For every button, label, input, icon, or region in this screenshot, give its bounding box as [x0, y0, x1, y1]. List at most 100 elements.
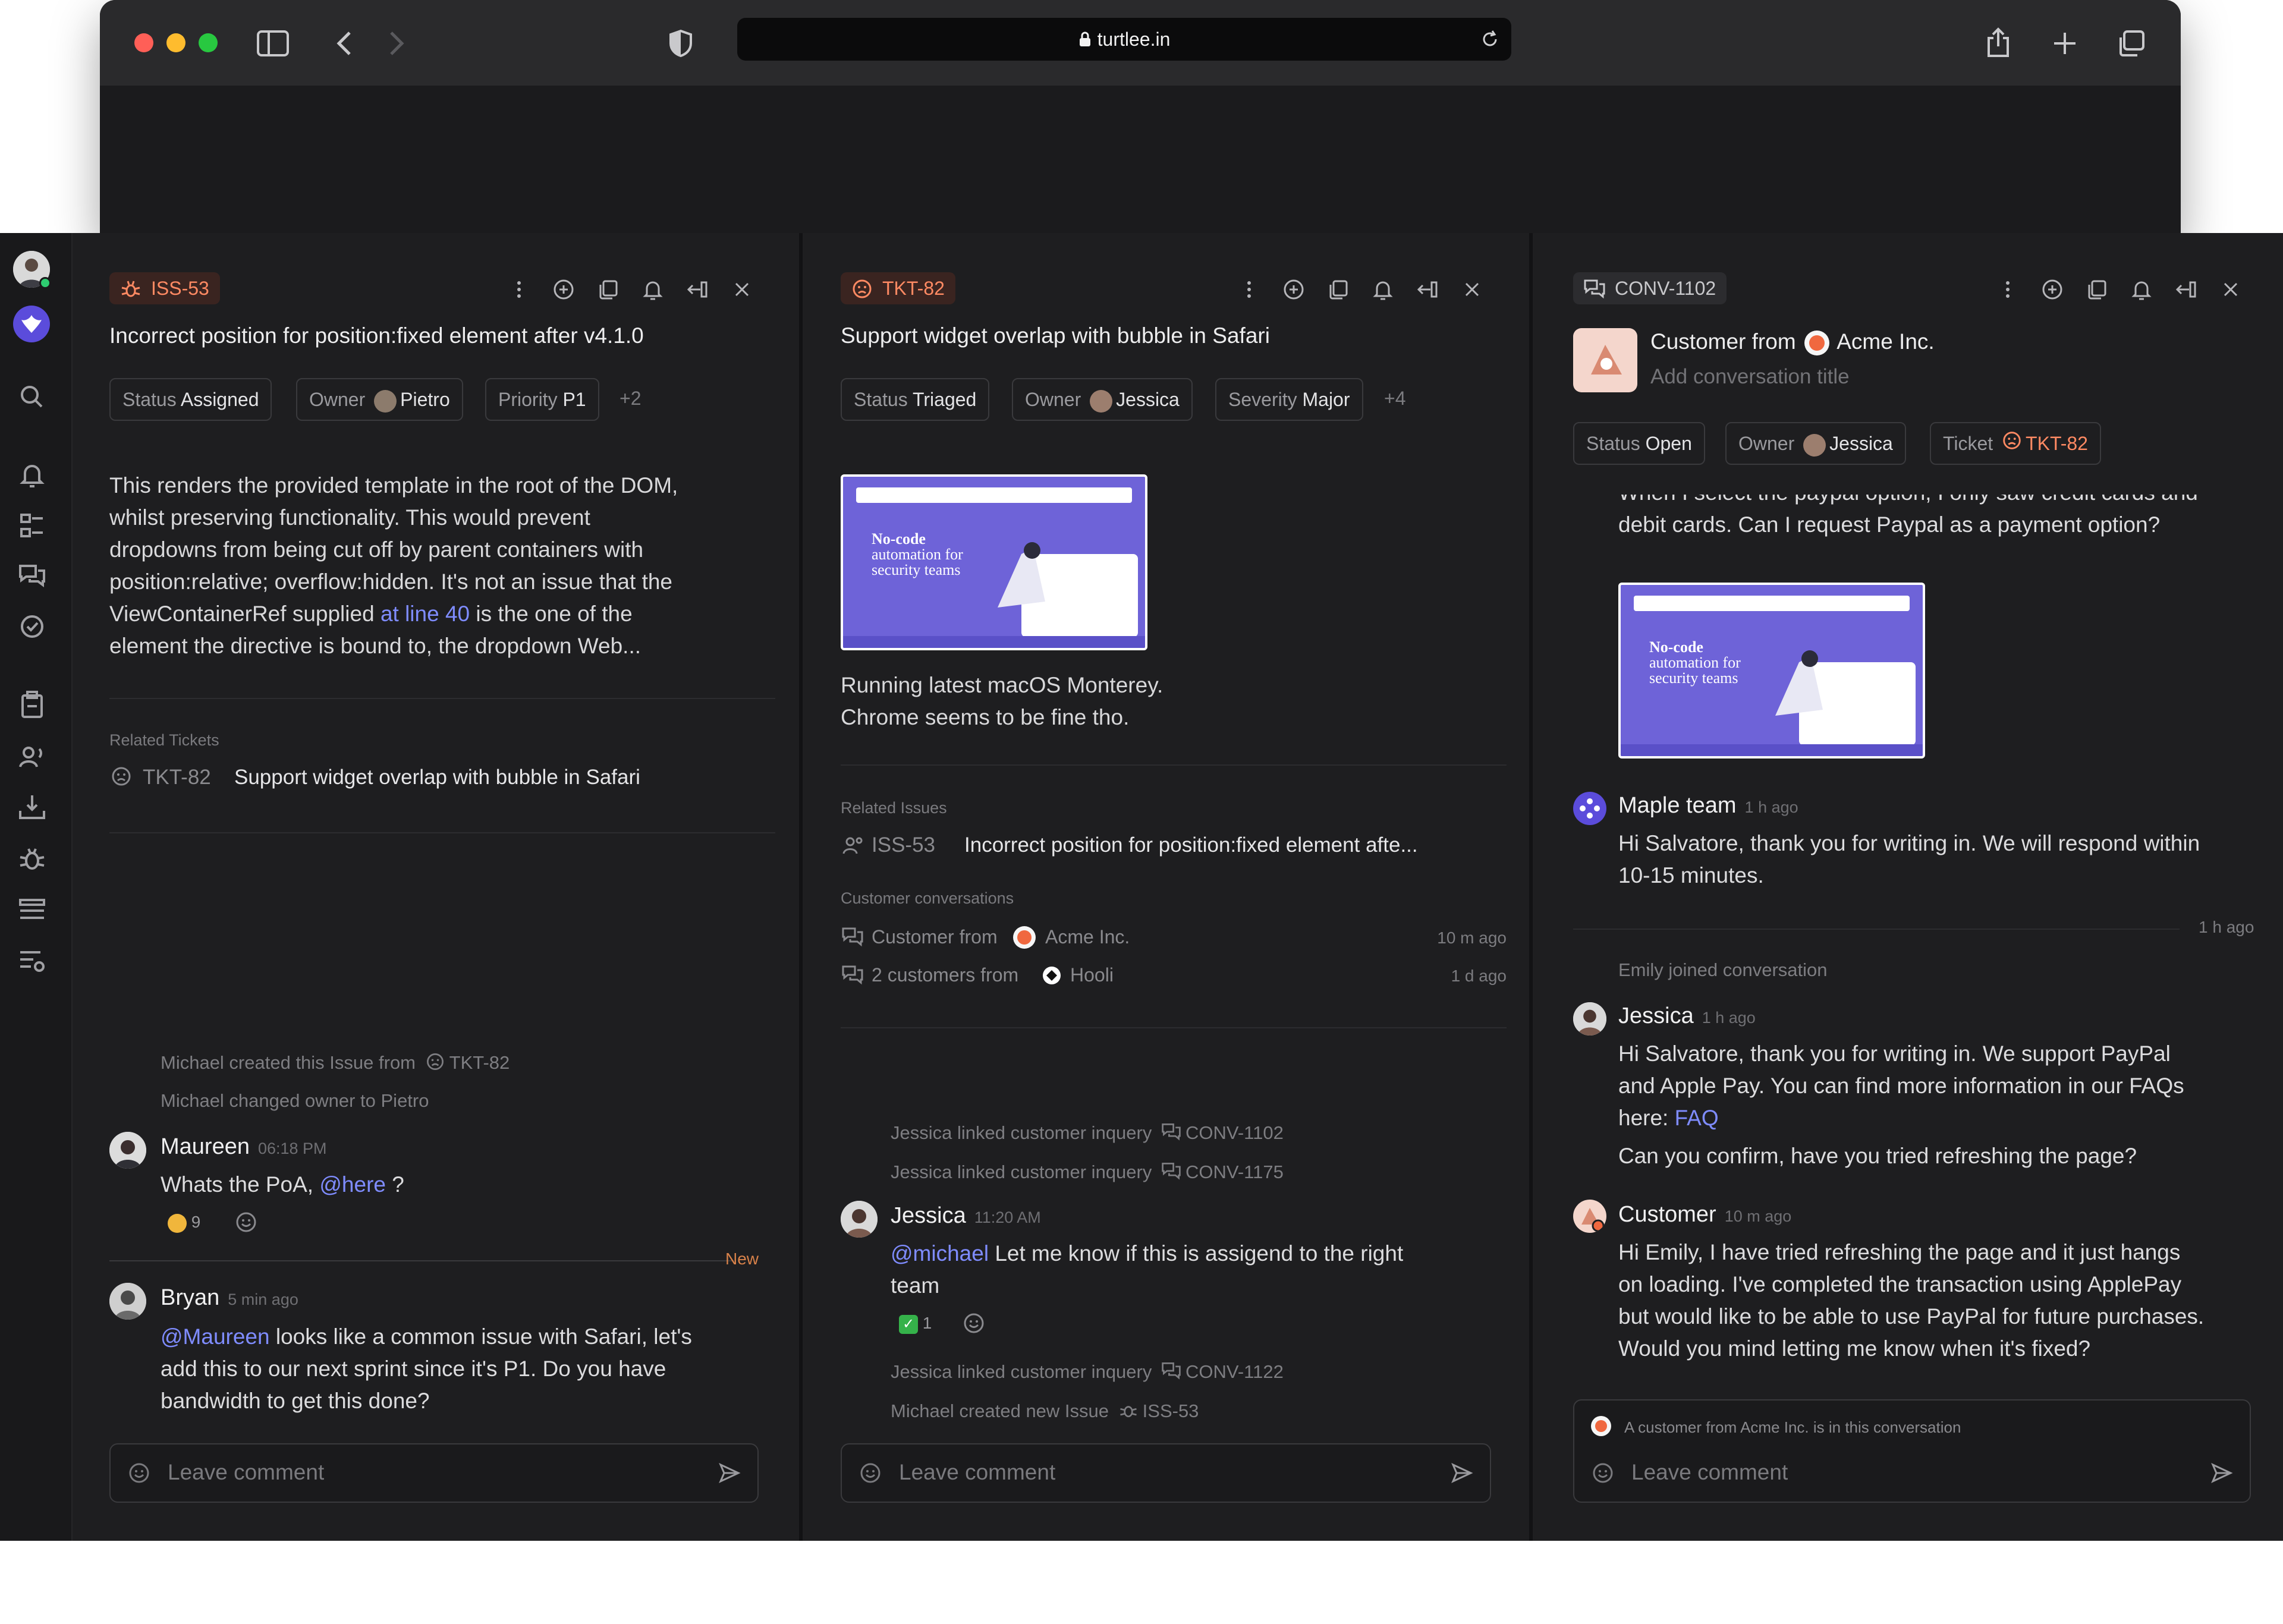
more-chips[interactable]: +2	[620, 388, 641, 410]
mention-maureen[interactable]: @Maureen	[161, 1324, 270, 1349]
check-circle-icon[interactable]	[14, 609, 50, 644]
more-chips[interactable]: +4	[1384, 388, 1405, 410]
new-tab-icon[interactable]	[2048, 26, 2082, 61]
copy-icon[interactable]	[1323, 275, 1353, 304]
conversation-title[interactable]: Customer from Acme Inc.	[1650, 329, 1935, 356]
bryan-avatar[interactable]	[109, 1283, 146, 1320]
add-reaction-icon[interactable]	[233, 1209, 259, 1235]
attachment-screenshot[interactable]: No-code automation for security teams	[841, 474, 1147, 650]
address-bar[interactable]: turtlee.in	[737, 18, 1511, 61]
bell-icon[interactable]	[1368, 275, 1398, 304]
conv-ref[interactable]: CONV-1122	[1185, 1361, 1284, 1382]
mention-here[interactable]: @here	[319, 1172, 386, 1197]
faq-link[interactable]: FAQ	[1675, 1106, 1719, 1130]
conversation-title-input[interactable]: Add conversation title	[1650, 365, 1850, 389]
activity-ticket-ref[interactable]: TKT-82	[449, 1052, 510, 1073]
close-icon[interactable]	[2216, 275, 2246, 304]
related-issue-row[interactable]: ISS-53 Incorrect position for position:f…	[841, 830, 1507, 860]
share-icon[interactable]	[1981, 26, 2015, 61]
workspace-icon[interactable]	[13, 306, 50, 342]
bug-icon[interactable]	[14, 841, 50, 876]
close-window-button[interactable]	[134, 33, 153, 52]
more-options-icon[interactable]	[1234, 275, 1264, 304]
comment-author[interactable]: Bryan 5 min ago	[161, 1285, 298, 1311]
ticket-title[interactable]: Support widget overlap with bubble in Sa…	[841, 323, 1270, 348]
collapse-pane-icon[interactable]	[1413, 275, 1442, 304]
conv-ref[interactable]: CONV-1102	[1185, 1122, 1284, 1143]
add-circle-icon[interactable]	[549, 275, 578, 304]
sidebar-toggle-icon[interactable]	[256, 26, 290, 61]
copy-icon[interactable]	[2082, 275, 2112, 304]
inbox-download-icon[interactable]	[14, 789, 50, 825]
customer-avatar[interactable]	[1573, 1200, 1606, 1233]
list-settings-icon[interactable]	[14, 943, 50, 978]
send-icon[interactable]	[1449, 1461, 1473, 1488]
message-author[interactable]: Jessica 1 h ago	[1618, 1003, 1756, 1029]
issue-status-chip[interactable]: Status Assigned	[109, 378, 272, 421]
reaction-pill[interactable]: ✓ 1	[899, 1309, 941, 1337]
maple-team-avatar[interactable]	[1573, 792, 1606, 825]
message-author[interactable]: Customer 10 m ago	[1618, 1202, 1791, 1228]
conversation-row[interactable]: Customer from Acme Inc. 10 m ago	[841, 923, 1507, 951]
bell-icon[interactable]	[2127, 275, 2156, 304]
reload-icon[interactable]	[1480, 30, 1499, 49]
emoji-icon[interactable]	[1591, 1461, 1615, 1488]
forward-icon[interactable]	[379, 26, 414, 61]
send-icon[interactable]	[717, 1461, 741, 1488]
ticket-status-chip[interactable]: Status Triaged	[841, 378, 990, 421]
jessica-avatar[interactable]	[841, 1201, 878, 1238]
message-author[interactable]: Maple team 1 h ago	[1618, 793, 1798, 819]
issue-ref[interactable]: ISS-53	[1143, 1400, 1199, 1421]
chat-icon[interactable]	[14, 558, 50, 593]
more-options-icon[interactable]	[1993, 275, 2023, 304]
zoom-window-button[interactable]	[199, 33, 218, 52]
maureen-avatar[interactable]	[109, 1132, 146, 1169]
emoji-icon[interactable]	[859, 1461, 882, 1488]
conversation-owner-chip[interactable]: Owner Jessica	[1725, 422, 1906, 465]
line-40-link[interactable]: at line 40	[380, 602, 470, 626]
bell-icon[interactable]	[638, 275, 668, 304]
privacy-shield-icon[interactable]	[663, 26, 698, 61]
comment-input[interactable]: Leave comment	[841, 1443, 1491, 1503]
copy-icon[interactable]	[593, 275, 623, 304]
issue-owner-chip[interactable]: Owner Pietro	[296, 378, 463, 421]
tab-overview-icon[interactable]	[2114, 26, 2149, 61]
conversation-status-chip[interactable]: Status Open	[1573, 422, 1705, 465]
contacts-icon[interactable]	[14, 738, 50, 774]
conv-ref[interactable]: CONV-1175	[1185, 1162, 1284, 1182]
add-reaction-icon[interactable]	[961, 1310, 987, 1336]
minimize-window-button[interactable]	[166, 33, 185, 52]
conversation-row[interactable]: 2 customers from Hooli 1 d ago	[841, 961, 1507, 989]
add-circle-icon[interactable]	[1279, 275, 1309, 304]
collapse-pane-icon[interactable]	[2171, 275, 2201, 304]
reaction-pill[interactable]: 9	[168, 1208, 209, 1236]
more-options-icon[interactable]	[504, 275, 534, 304]
attachment-screenshot[interactable]: No-code automation for security teams	[1618, 583, 1925, 759]
bell-icon[interactable]	[14, 457, 50, 492]
layers-icon[interactable]	[14, 892, 50, 927]
add-circle-icon[interactable]	[2037, 275, 2067, 304]
clipboard-icon[interactable]	[14, 687, 50, 723]
conversation-id-badge[interactable]: CONV-1102	[1573, 272, 1727, 304]
emoji-icon[interactable]	[127, 1461, 151, 1488]
related-ticket-row[interactable]: TKT-82 Support widget overlap with bubbl…	[109, 762, 775, 792]
jessica-avatar[interactable]	[1573, 1002, 1606, 1036]
flow-icon[interactable]	[14, 508, 50, 543]
close-icon[interactable]	[727, 275, 757, 304]
mention-michael[interactable]: @michael	[891, 1241, 989, 1266]
issue-id-badge[interactable]: ISS-53	[109, 272, 220, 304]
comment-author[interactable]: Maureen 06:18 PM	[161, 1134, 327, 1160]
comment-composer[interactable]: A customer from Acme Inc. is in this con…	[1573, 1399, 2251, 1503]
issue-title[interactable]: Incorrect position for position:fixed el…	[109, 323, 644, 348]
comment-author[interactable]: Jessica 11:20 AM	[891, 1203, 1041, 1229]
close-icon[interactable]	[1457, 275, 1487, 304]
conversation-ticket-chip[interactable]: Ticket TKT-82	[1930, 422, 2101, 465]
ticket-severity-chip[interactable]: Severity Major	[1215, 378, 1363, 421]
issue-priority-chip[interactable]: Priority P1	[485, 378, 599, 421]
ticket-owner-chip[interactable]: Owner Jessica	[1012, 378, 1193, 421]
send-icon[interactable]	[2209, 1461, 2233, 1488]
comment-input[interactable]: Leave comment	[109, 1443, 759, 1503]
search-icon[interactable]	[14, 379, 50, 415]
ticket-id-badge[interactable]: TKT-82	[841, 272, 955, 304]
back-icon[interactable]	[327, 26, 361, 61]
